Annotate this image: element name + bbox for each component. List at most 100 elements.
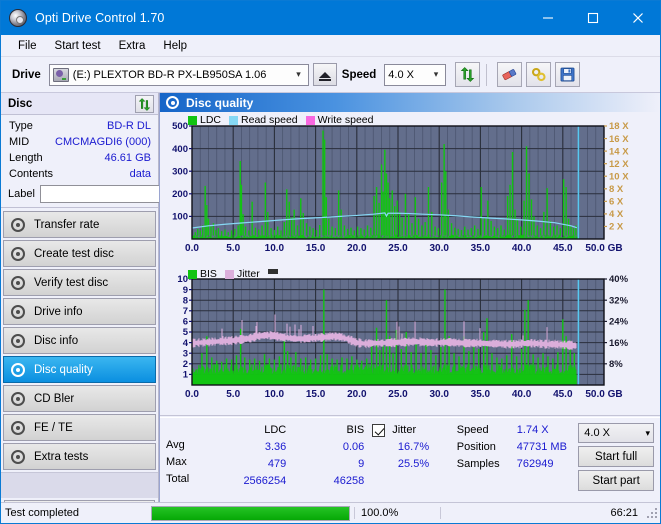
disc-refresh-button[interactable]: [135, 95, 154, 113]
svg-text:400: 400: [172, 144, 188, 155]
sidebar-item-drive-info[interactable]: Drive info: [3, 298, 156, 325]
disc-panel-title: Disc: [8, 97, 33, 110]
disc-panel-header: Disc: [1, 93, 158, 115]
svg-text:25.0: 25.0: [388, 243, 408, 254]
jitter-checkbox[interactable]: [372, 424, 386, 437]
sidebar-nav: Transfer rate Create test disc Verify te…: [1, 208, 158, 472]
sidebar-item-fe-te[interactable]: FE / TE: [3, 414, 156, 441]
svg-text:4: 4: [183, 338, 189, 349]
svg-text:8%: 8%: [609, 359, 623, 370]
disc-icon: [10, 304, 26, 320]
menu-file[interactable]: File: [9, 38, 46, 54]
test-speed-select[interactable]: 4.0 X ▾: [578, 423, 654, 443]
menu-bar: File Start test Extra Help: [1, 35, 660, 57]
progress-bar-fill: [152, 506, 349, 520]
refresh-icon: [138, 97, 151, 111]
svg-text:30.0: 30.0: [429, 389, 449, 400]
eject-icon: [318, 71, 331, 81]
svg-text:5.0: 5.0: [226, 243, 240, 254]
start-full-button[interactable]: Start full: [578, 446, 654, 467]
svg-text:15.0: 15.0: [306, 389, 326, 400]
window-controls: [525, 1, 660, 35]
svg-text:50.0 GB: 50.0 GB: [585, 243, 622, 254]
disc-mid-value: CMCMAGDI6 (000): [55, 136, 151, 148]
svg-text:5: 5: [183, 327, 189, 338]
sidebar: Disc Type BD-R DL MID CMCMAGDI6 (000) Le…: [1, 93, 242, 523]
app-disc-icon: [9, 9, 27, 27]
sidebar-item-verify-test-disc[interactable]: Verify test disc: [3, 269, 156, 296]
sidebar-spacer: [1, 472, 158, 498]
resize-grip[interactable]: [646, 507, 658, 519]
sidebar-item-disc-quality[interactable]: Disc quality: [3, 356, 156, 383]
speed-select[interactable]: 4.0 X ▾: [384, 63, 447, 86]
svg-text:30.0: 30.0: [429, 243, 449, 254]
svg-text:45.0: 45.0: [553, 389, 573, 400]
samples-key: Samples: [456, 458, 500, 470]
stats-bis-max: 9: [358, 458, 365, 470]
legend-label-read-speed: Read speed: [241, 114, 298, 126]
sidebar-item-extra-tests[interactable]: Extra tests: [3, 443, 156, 470]
test-speed-value: 4.0 X: [584, 427, 610, 439]
sidebar-item-cd-bler[interactable]: CD Bler: [3, 385, 156, 412]
toolbar: Drive (E:) PLEXTOR BD-R PX-LB950SA 1.06 …: [1, 57, 660, 93]
tools-button[interactable]: [526, 62, 552, 87]
stats-label-avg: Avg: [166, 439, 185, 451]
stats-bis-total: 46258: [333, 475, 365, 487]
sidebar-item-label: Extra tests: [34, 450, 89, 463]
speed-key: Speed: [456, 424, 489, 436]
stats-header-row: LDC BIS: [208, 422, 364, 439]
stats-bis-avg: 0.06: [342, 441, 365, 453]
close-button[interactable]: [615, 1, 660, 35]
menu-start-test[interactable]: Start test: [46, 38, 110, 54]
jitter-column: Jitter 16.7% 25.5%: [364, 422, 457, 492]
stats-row-labels: Avg Max Total: [166, 422, 208, 492]
svg-text:15.0: 15.0: [306, 243, 326, 254]
sidebar-item-label: Disc quality: [34, 363, 93, 376]
disc-length-value: 46.61 GB: [104, 152, 151, 164]
svg-text:1: 1: [183, 370, 189, 381]
legend-item-jitter: Jitter: [224, 268, 260, 280]
svg-text:20.0: 20.0: [347, 243, 367, 254]
ldc-plot[interactable]: 1002003004005002 X4 X6 X8 X10 X12 X14 X1…: [160, 112, 660, 267]
save-button[interactable]: [555, 62, 581, 87]
start-part-button[interactable]: Start part: [578, 470, 654, 491]
sidebar-item-disc-info[interactable]: Disc info: [3, 327, 156, 354]
minimize-button[interactable]: [525, 1, 570, 35]
progress-bar: [151, 505, 350, 521]
body-area: Disc Type BD-R DL MID CMCMAGDI6 (000) Le…: [1, 93, 660, 523]
disc-info-panel: Type BD-R DL MID CMCMAGDI6 (000) Length …: [1, 115, 242, 208]
legend-item-read-speed: Read speed: [229, 114, 298, 126]
svg-text:40.0: 40.0: [512, 389, 532, 400]
stats-label-total: Total: [166, 473, 190, 485]
svg-text:8 X: 8 X: [609, 184, 624, 195]
sidebar-item-transfer-rate[interactable]: Transfer rate: [3, 211, 156, 238]
svg-text:14 X: 14 X: [609, 146, 629, 157]
sidebar-item-create-test-disc[interactable]: Create test disc: [3, 240, 156, 267]
disc-icon: [10, 333, 26, 349]
svg-text:32%: 32%: [609, 295, 629, 306]
menu-extra[interactable]: Extra: [110, 38, 155, 54]
page-title: Disc quality: [186, 95, 254, 110]
refresh-button[interactable]: [455, 62, 481, 87]
drive-select[interactable]: (E:) PLEXTOR BD-R PX-LB950SA 1.06 ▾: [48, 63, 309, 86]
menu-help[interactable]: Help: [154, 38, 196, 54]
legend-label-write-speed: Write speed: [317, 114, 374, 126]
stats-row-avg: 3.36 0.06: [208, 439, 364, 456]
stats-label-max: Max: [166, 456, 187, 468]
eject-button[interactable]: [312, 63, 337, 86]
svg-text:2: 2: [183, 359, 188, 370]
jitter-label: Jitter: [392, 424, 417, 436]
legend-label-ldc: LDC: [200, 114, 222, 126]
sidebar-item-label: CD Bler: [34, 392, 75, 405]
maximize-button[interactable]: [570, 1, 615, 35]
application-window: Opti Drive Control 1.70 File Start test …: [0, 0, 661, 524]
stats-row-max: 479 9: [208, 456, 364, 473]
svg-text:12 X: 12 X: [609, 159, 629, 170]
refresh-icon: [461, 67, 475, 82]
disc-row-type: Type BD-R DL: [8, 118, 152, 134]
svg-text:9: 9: [183, 285, 188, 296]
erase-button[interactable]: [497, 62, 523, 87]
svg-text:40%: 40%: [609, 274, 629, 285]
bis-jitter-plot[interactable]: 12345678910 8% 16% 24% 32% 40% 0.0 5.0 10.0 15.0 2…: [160, 267, 660, 415]
disc-quality-header: Disc quality: [160, 93, 660, 112]
